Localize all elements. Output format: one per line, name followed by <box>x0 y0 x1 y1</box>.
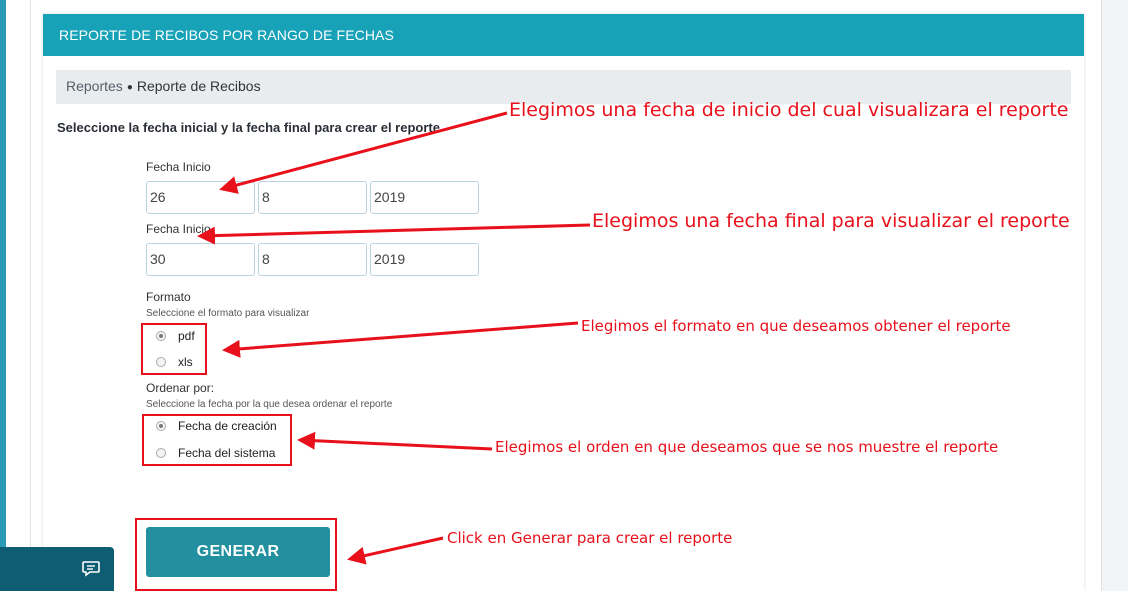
format-label: Formato <box>146 290 191 304</box>
card-header-title: REPORTE DE RECIBOS POR RANGO DE FECHAS <box>43 14 1084 56</box>
end-day-input[interactable]: 30 <box>146 243 255 276</box>
end-year-input[interactable]: 2019 <box>370 243 479 276</box>
form-instructions: Seleccione la fecha inicial y la fecha f… <box>57 120 440 135</box>
end-date-label: Fecha Inicio <box>146 222 211 236</box>
order-label: Ordenar por: <box>146 381 215 395</box>
start-year-input[interactable]: 2019 <box>370 181 479 214</box>
right-scroll-strip <box>1101 0 1128 591</box>
end-month-input[interactable]: 8 <box>258 243 367 276</box>
start-day-input[interactable]: 26 <box>146 181 255 214</box>
annotation-start-date: Elegimos una fecha de inicio del cual vi… <box>509 99 1069 121</box>
format-highlight-box <box>141 323 207 375</box>
start-month-input[interactable]: 8 <box>258 181 367 214</box>
chat-widget[interactable] <box>0 547 114 591</box>
chat-icon[interactable] <box>81 558 101 583</box>
annotation-format: Elegimos el formato en que deseamos obte… <box>581 317 1011 335</box>
order-help: Seleccione la fecha por la que desea ord… <box>146 399 393 410</box>
annotation-order: Elegimos el orden en que deseamos que se… <box>495 438 999 456</box>
generate-highlight-box <box>135 518 337 591</box>
annotation-end-date: Elegimos una fecha final para visualizar… <box>592 210 1070 232</box>
breadcrumb-separator: ● <box>126 82 133 93</box>
annotation-generate: Click en Generar para crear el reporte <box>447 529 733 547</box>
order-highlight-box <box>142 414 292 466</box>
start-date-label: Fecha Inicio <box>146 160 211 174</box>
left-edge-strip <box>0 0 6 591</box>
format-help: Seleccione el formato para visualizar <box>146 308 310 319</box>
breadcrumb-current: Reporte de Recibos <box>136 78 261 94</box>
breadcrumb-reportes-link[interactable]: Reportes <box>66 78 123 94</box>
